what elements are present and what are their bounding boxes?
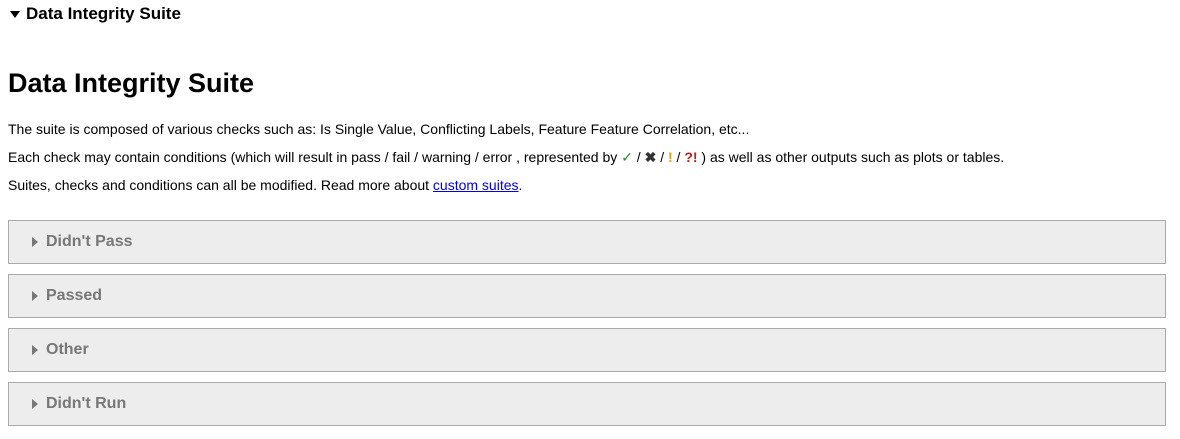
intro-line-checks: The suite is composed of various checks … — [8, 120, 749, 138]
separator: / — [632, 149, 645, 165]
intro-line-checks-text: The suite is composed of various checks … — [8, 121, 750, 137]
section-passed[interactable]: Passed — [8, 274, 1166, 318]
intro-line-modify: Suites, checks and conditions can all be… — [8, 176, 522, 194]
modify-text-before: Suites, checks and conditions can all be… — [8, 177, 433, 193]
conditions-text-before: Each check may contain conditions (which… — [8, 149, 622, 165]
pass-check-icon: ✓ — [621, 149, 633, 165]
caret-right-icon — [32, 399, 38, 409]
modify-text-after: . — [518, 177, 523, 193]
fail-cross-icon: ✖ — [644, 149, 657, 165]
section-label: Didn't Pass — [46, 233, 133, 250]
caret-right-icon — [32, 291, 38, 301]
caret-right-icon — [32, 237, 38, 247]
suite-summary-label: Data Integrity Suite — [26, 4, 181, 23]
intro-line-conditions: Each check may contain conditions (which… — [8, 148, 1004, 166]
page-title: Data Integrity Suite — [8, 68, 255, 98]
conditions-text-after: ) as well as other outputs such as plots… — [697, 149, 1005, 165]
section-label: Passed — [46, 287, 103, 304]
section-other[interactable]: Other — [8, 328, 1166, 372]
suite-summary-toggle[interactable]: Data Integrity Suite — [10, 3, 181, 25]
section-label: Didn't Run — [46, 395, 127, 412]
separator: / — [672, 149, 685, 165]
section-didnt-run[interactable]: Didn't Run — [8, 382, 1166, 426]
custom-suites-link[interactable]: custom suites — [433, 177, 519, 193]
caret-down-icon — [10, 11, 20, 18]
separator: / — [656, 149, 668, 165]
section-didnt-pass[interactable]: Didn't Pass — [8, 220, 1166, 264]
section-label: Other — [46, 341, 89, 358]
caret-right-icon — [32, 345, 38, 355]
error-icon: ?! — [684, 149, 698, 165]
